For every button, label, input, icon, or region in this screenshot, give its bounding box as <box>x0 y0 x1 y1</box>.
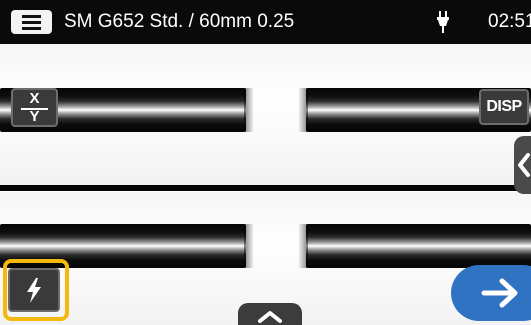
lightning-bolt-icon <box>27 278 41 303</box>
side-panel-tab[interactable] <box>514 136 531 194</box>
display-button[interactable]: DISP <box>479 89 529 125</box>
xy-button-x: X <box>29 90 40 107</box>
x-camera-pane <box>0 44 531 186</box>
bottom-panel-tab[interactable] <box>238 303 302 325</box>
arrow-right-icon <box>481 278 518 308</box>
xy-view-button[interactable]: X Y <box>11 88 58 127</box>
menu-button[interactable] <box>11 10 52 34</box>
arc-discharge-button[interactable] <box>8 268 60 312</box>
right-fiber-y <box>298 224 531 268</box>
chevron-up-icon <box>258 311 282 323</box>
pane-divider <box>0 185 531 191</box>
ac-plug-icon <box>437 11 449 33</box>
splice-mode-title[interactable]: SM G652 Std. / 60mm 0.25 <box>64 11 294 33</box>
xy-button-y: Y <box>29 108 40 125</box>
next-button[interactable] <box>451 265 531 321</box>
chevron-left-icon <box>518 153 530 177</box>
menu-icon <box>22 15 41 18</box>
menu-icon-line <box>22 27 41 30</box>
menu-icon-line <box>22 21 41 24</box>
top-bar: SM G652 Std. / 60mm 0.25 02:51 <box>0 0 531 44</box>
splicer-screen: SM G652 Std. / 60mm 0.25 02:51 X Y DISP <box>0 0 531 325</box>
clock: 02:51 <box>488 11 531 32</box>
